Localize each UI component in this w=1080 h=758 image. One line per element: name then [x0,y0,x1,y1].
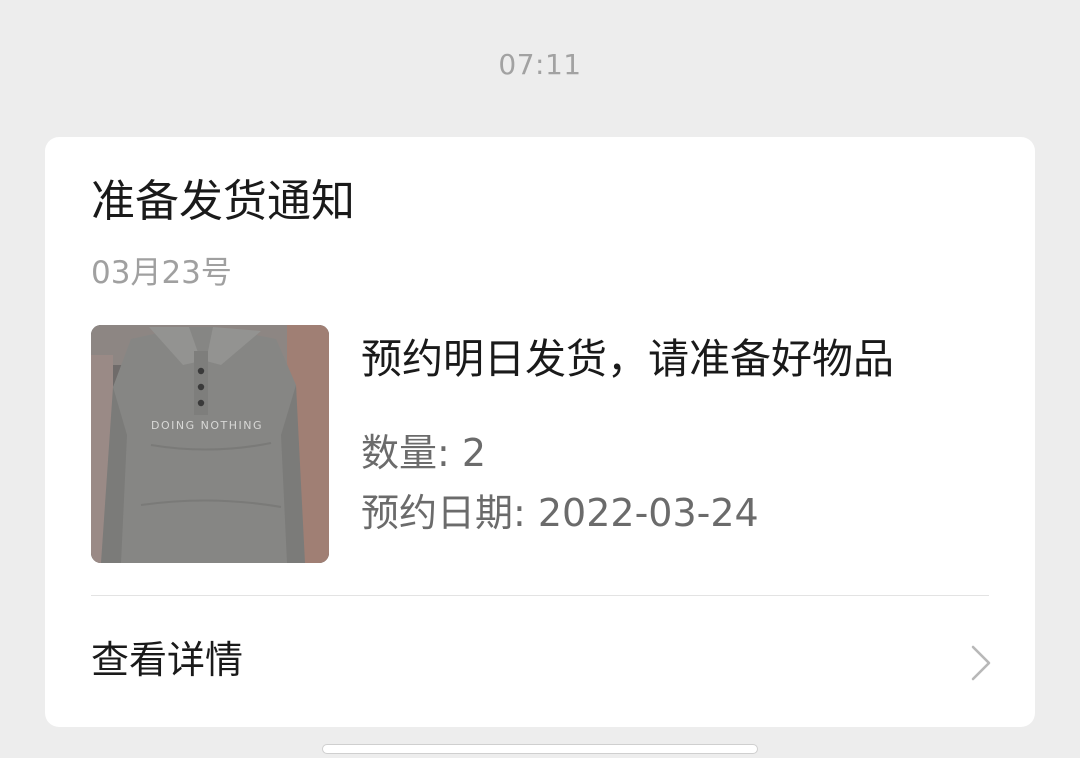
shirt-image: DOING NOTHING [91,325,329,563]
notice-headline: 预约明日发货，请准备好物品 [361,335,894,383]
card-date: 03月23号 [91,255,232,291]
home-indicator-bar[interactable] [322,744,758,754]
quantity-text: 数量: 2 [361,431,487,475]
view-details-label: 查看详情 [91,638,244,682]
chevron-right-icon [971,645,991,681]
product-thumbnail[interactable]: DOING NOTHING [91,325,329,563]
shirt-print-text: DOING NOTHING [151,419,263,432]
card-title: 准备发货通知 [91,176,355,227]
view-details-row[interactable]: 查看详情 [45,596,1035,727]
shipping-notice-card[interactable]: 准备发货通知 03月23号 DOING NOTHING 预约明日发货，请准备好物… [45,137,1035,727]
message-timestamp: 07:11 [498,48,582,81]
reserve-date-text: 预约日期: 2022-03-24 [361,491,759,535]
